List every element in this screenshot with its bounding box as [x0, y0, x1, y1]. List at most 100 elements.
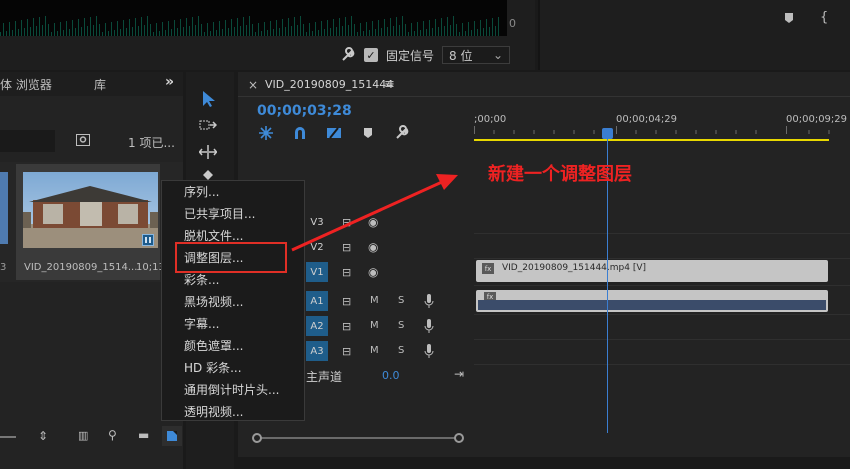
waveform-bar: [318, 30, 319, 36]
annotation-arrow: [291, 174, 458, 252]
waveform-bar: [9, 22, 10, 36]
timeline-tab: × VID_20190809_151444 ≡: [238, 72, 850, 96]
waveform-bar: [273, 29, 274, 36]
storyboard-icon[interactable]: ▥: [78, 430, 88, 441]
timeline-scrollbar[interactable]: [238, 428, 850, 448]
microphone-icon[interactable]: [424, 318, 434, 334]
search-icon[interactable]: ⚲: [108, 429, 117, 441]
waveform-bar: [219, 21, 220, 36]
scrollbar-handle-left[interactable]: [252, 433, 262, 443]
waveform-bar: [186, 18, 187, 36]
waveform-bar: [393, 26, 394, 36]
mute-button[interactable]: M: [370, 321, 379, 331]
panel-menu-icon[interactable]: ≡: [384, 77, 395, 92]
wrench-icon[interactable]: [340, 47, 356, 63]
menu-item-transparent-video[interactable]: 透明视频...: [184, 403, 243, 420]
go-to-end-icon[interactable]: ⇥: [454, 368, 464, 380]
waveform-bar: [15, 21, 16, 36]
waveform-bar: [372, 21, 373, 36]
menu-item-countdown-leader[interactable]: 通用倒计时片头...: [184, 381, 279, 398]
work-area-bar[interactable]: [474, 139, 829, 141]
waveform-bar: [87, 26, 88, 36]
menu-item-black-video[interactable]: 黑场视频...: [184, 293, 243, 310]
waveform-bar: [105, 23, 106, 36]
fixed-signal-checkbox[interactable]: ✓: [364, 48, 378, 62]
new-item-button[interactable]: [162, 426, 182, 446]
waveform-bar: [483, 28, 484, 36]
zoom-slider[interactable]: [0, 436, 16, 438]
new-bin-icon[interactable]: ▬: [138, 429, 149, 441]
track-target-a2[interactable]: A2: [306, 316, 328, 336]
sort-icon[interactable]: ⇕: [38, 430, 48, 442]
microphone-icon[interactable]: [424, 343, 434, 359]
find-icon[interactable]: [76, 134, 90, 146]
master-volume-value[interactable]: 0.0: [382, 369, 400, 382]
ripple-edit-tool-icon[interactable]: [199, 145, 217, 159]
more-panels-button[interactable]: »: [165, 74, 174, 90]
chevron-down-icon: ⌄: [492, 48, 504, 62]
waveform-bar: [120, 29, 121, 36]
sync-lock-icon[interactable]: ⊟: [342, 267, 351, 278]
lane-divider: [474, 364, 850, 365]
nest-toggle-icon[interactable]: [258, 125, 274, 141]
waveform-bar: [180, 19, 181, 36]
menu-item-sequence[interactable]: 序列...: [184, 183, 219, 200]
track-target-a1[interactable]: A1: [306, 291, 328, 311]
tab-media-browser[interactable]: 体 浏览器: [0, 76, 52, 93]
waveform-bar: [72, 20, 73, 36]
waveform-bar: [93, 25, 94, 36]
waveform-bar: [75, 28, 76, 36]
waveform-bar: [57, 31, 58, 36]
waveform-bar: [153, 32, 154, 36]
menu-item-shared-project[interactable]: 已共享项目...: [184, 205, 255, 222]
waveform-bar: [336, 27, 337, 36]
razor-tool-icon[interactable]: [203, 170, 213, 180]
sync-lock-icon[interactable]: ⊟: [342, 296, 351, 307]
marker-icon[interactable]: [783, 12, 795, 24]
audio-clip[interactable]: fx: [476, 290, 828, 312]
video-clip[interactable]: fx VID_20190809_151444.mp4 [V]: [476, 260, 828, 282]
brace-icon[interactable]: {: [820, 10, 828, 25]
timeline-settings-wrench-icon[interactable]: [394, 125, 410, 141]
add-marker-icon[interactable]: [362, 127, 374, 139]
close-icon[interactable]: ×: [248, 78, 258, 92]
sequence-name-tab[interactable]: VID_20190809_151444: [265, 78, 393, 91]
selection-tool-icon[interactable]: [201, 90, 217, 108]
solo-button[interactable]: S: [398, 346, 404, 356]
solo-button[interactable]: S: [398, 321, 404, 331]
tab-library[interactable]: 库: [94, 76, 106, 93]
lane-divider: [474, 233, 850, 234]
bit-depth-select[interactable]: 8 位 ⌄: [442, 46, 511, 64]
menu-item-bars-and-tone[interactable]: 彩条...: [184, 271, 219, 288]
solo-button[interactable]: S: [398, 296, 404, 306]
track-select-tool-icon[interactable]: [199, 118, 217, 132]
sync-lock-icon[interactable]: ⊟: [342, 321, 351, 332]
waveform-bar: [324, 29, 325, 36]
ruler-label-end: 00;00;09;29: [786, 114, 848, 125]
mute-button[interactable]: M: [370, 296, 379, 306]
previous-clip-thumbnail[interactable]: [0, 172, 8, 244]
menu-item-hd-bars[interactable]: HD 彩条...: [184, 359, 242, 376]
menu-item-captions[interactable]: 字幕...: [184, 315, 219, 332]
waveform-bar: [240, 26, 241, 36]
waveform-bar: [363, 31, 364, 36]
sync-lock-icon[interactable]: ⊟: [342, 346, 351, 357]
microphone-icon[interactable]: [424, 293, 434, 309]
lane-divider: [474, 285, 850, 286]
playhead-handle[interactable]: [602, 128, 613, 139]
track-target-v1[interactable]: V1: [306, 262, 328, 282]
waveform-bar: [480, 20, 481, 36]
audio-waveform: [478, 300, 826, 310]
eye-icon[interactable]: ◉: [368, 266, 378, 278]
project-footer: ⇕ ▥ ⚲ ▬: [0, 424, 183, 450]
snap-icon[interactable]: [292, 125, 308, 141]
waveform-bar: [33, 18, 34, 36]
scrollbar-handle-right[interactable]: [454, 433, 464, 443]
mute-button[interactable]: M: [370, 346, 379, 356]
menu-item-color-matte[interactable]: 颜色遮罩...: [184, 337, 243, 354]
search-input[interactable]: [0, 130, 55, 152]
track-target-a3[interactable]: A3: [306, 341, 328, 361]
timecode-display[interactable]: 00;00;03;28: [257, 103, 352, 119]
linked-selection-icon[interactable]: [326, 125, 342, 141]
waveform-bar: [423, 21, 424, 36]
